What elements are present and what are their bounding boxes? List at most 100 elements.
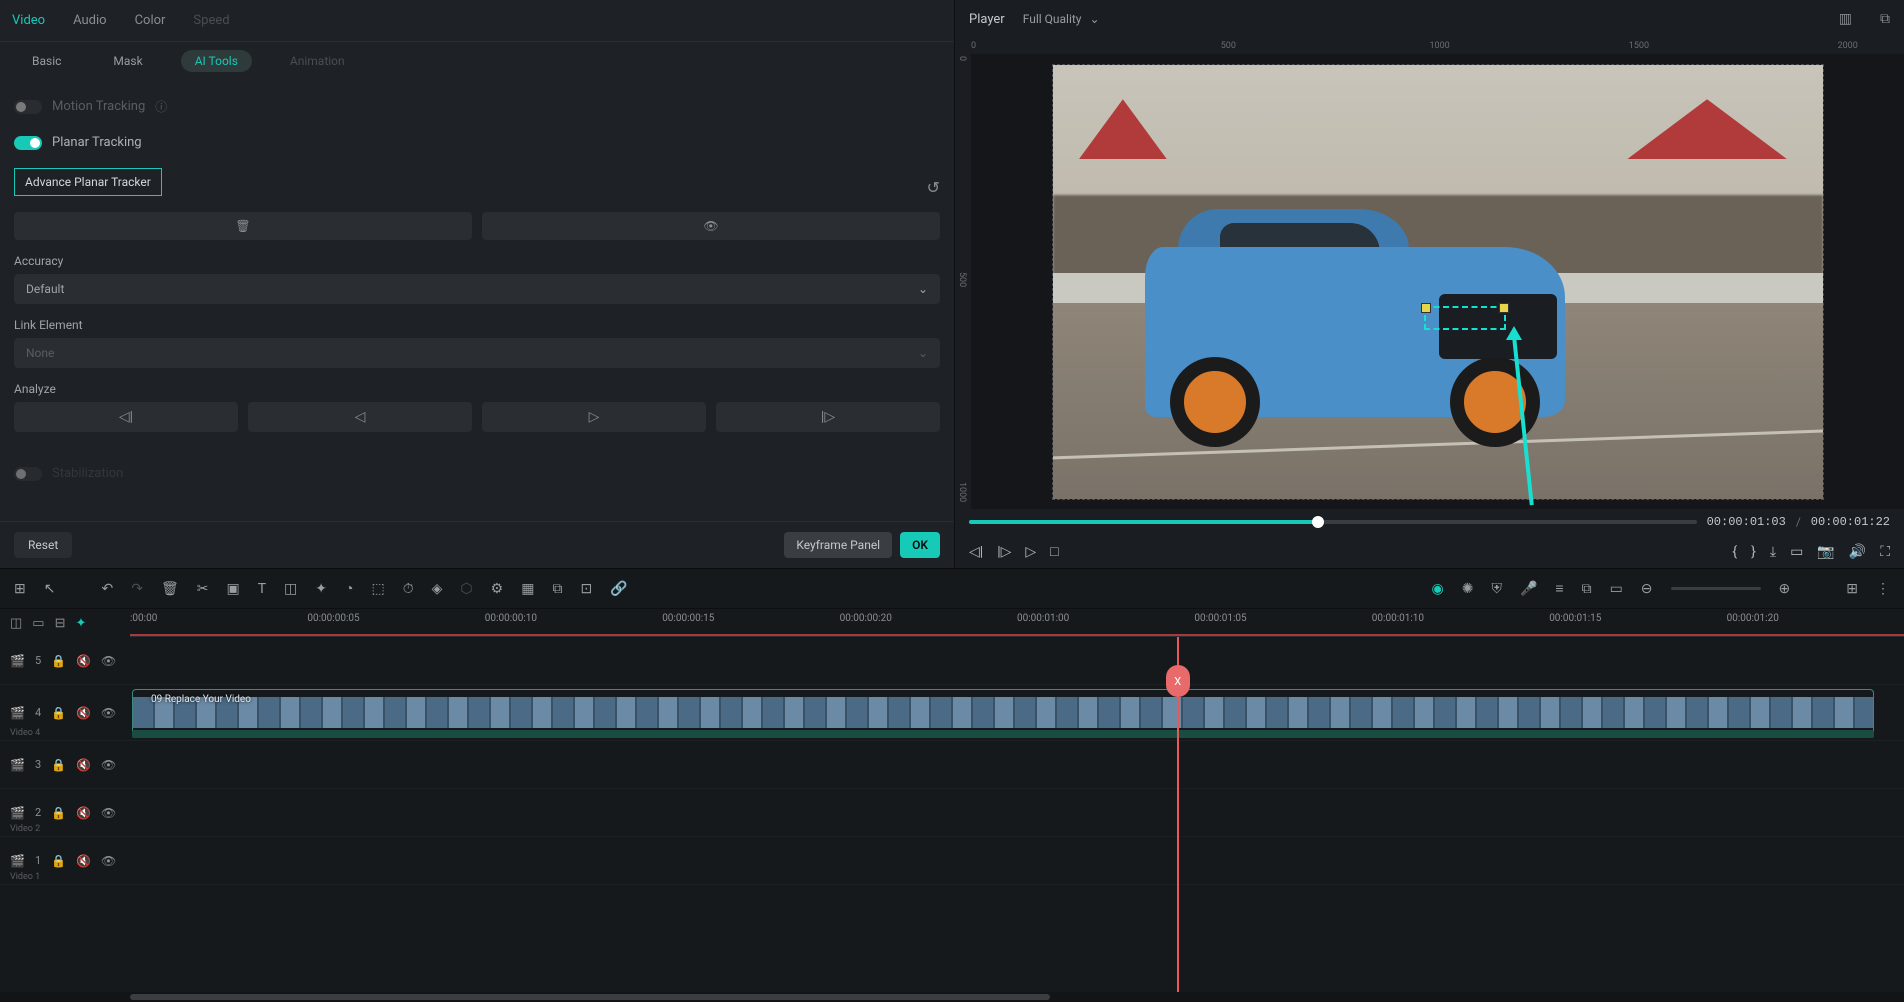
tl-marker-icon[interactable]: ▭ [1610,581,1623,597]
video-clip[interactable]: 09 Replace Your Video [132,689,1874,736]
zoom-in-icon[interactable]: ⊕ [1779,581,1791,597]
mark-in-button[interactable]: { [1732,544,1737,560]
accuracy-select[interactable]: Default ⌄ [14,274,940,304]
player-canvas[interactable] [971,54,1904,509]
tl-delete-icon[interactable]: 🗑 [161,581,179,597]
tab-color[interactable]: Color [135,13,166,28]
subtab-aitools[interactable]: AI Tools [181,50,252,72]
timeline-playhead[interactable]: X [1177,637,1179,992]
tl-mask-icon[interactable]: ◫ [284,581,297,597]
fullscreen-icon[interactable]: ⛶ [1880,544,1890,560]
tl-layout-icon[interactable]: ⊞ [1846,581,1858,597]
track-mute-icon[interactable]: 🔇 [76,758,91,772]
tl-select-icon[interactable]: ↖ [44,581,56,597]
volume-icon[interactable]: 🔊 [1849,544,1866,560]
ok-button[interactable]: OK [900,532,940,558]
analyze-reverse-to-start-button[interactable]: ◁| [14,402,238,432]
subtab-mask[interactable]: Mask [99,50,156,72]
zoom-slider[interactable] [1671,587,1761,590]
tl-mic-icon[interactable]: 🎤 [1520,581,1537,597]
tl-nest-icon[interactable]: ⧉ [552,581,562,597]
tl-crop-icon[interactable]: ▣ [226,581,239,597]
stop-button[interactable]: □ [1050,543,1058,560]
planar-tracking-toggle[interactable] [14,136,42,150]
display-icon[interactable]: ▭ [1790,544,1803,560]
zoom-out-icon[interactable]: ⊖ [1641,581,1653,597]
tl-group-icon[interactable]: ▦ [521,581,534,597]
track-lock-icon[interactable]: 🔒 [51,654,66,668]
motion-tracking-toggle[interactable] [14,100,42,114]
scope-icon[interactable]: ⧉ [1880,11,1890,27]
track-lane[interactable] [130,789,1904,837]
track-eye-icon[interactable]: 👁 [101,706,116,720]
track-mute-icon[interactable]: 🔇 [76,654,91,668]
analyze-reverse-button[interactable]: ◁ [248,402,472,432]
track-mute-icon[interactable]: 🔇 [76,706,91,720]
track-video-icon[interactable]: 🎬 [10,654,25,668]
timeline-horizontal-scrollbar[interactable] [0,992,1904,1002]
advance-planar-tracker-button[interactable]: Advance Planar Tracker [14,168,162,196]
track-video-icon[interactable]: 🎬 [10,706,25,720]
tl-shield-icon[interactable]: ⛨ [1491,581,1502,597]
tl-link-icon[interactable]: 🔗 [610,581,627,597]
track-mute-icon[interactable]: 🔇 [76,806,91,820]
tracks-area[interactable]: X 09 Replace Your Video [130,637,1904,992]
player-progress-bar[interactable] [969,520,1697,524]
toggle-visibility-button[interactable]: 👁 [482,212,940,240]
track-eye-icon[interactable]: 👁 [101,806,116,820]
tl-cut-icon[interactable]: ✂ [197,581,209,597]
tl-color-icon[interactable]: ◔ [345,580,353,597]
tab-video[interactable]: Video [12,13,45,28]
track-lock-icon[interactable]: 🔒 [51,758,66,772]
prev-frame-button[interactable]: ◁| [969,544,983,560]
tl-record-icon[interactable]: ⊡ [580,581,592,597]
tl-marker-bar-icon[interactable]: ◫ [10,616,22,631]
info-icon[interactable]: ⓘ [155,98,167,115]
track-video-icon[interactable]: 🎬 [10,854,25,868]
analyze-forward-button[interactable]: ▷ [482,402,706,432]
snapshot-icon[interactable]: 📷 [1817,544,1834,560]
playhead-marker[interactable]: X [1166,665,1190,697]
track-lock-icon[interactable]: 🔒 [51,806,66,820]
track-lane[interactable] [130,837,1904,885]
compare-view-icon[interactable]: ▥ [1839,11,1852,27]
h-scroll-thumb[interactable] [130,994,1050,1000]
play-button[interactable]: ▷ [1025,544,1036,560]
track-lane[interactable]: 09 Replace Your Video [130,685,1904,741]
tl-adjust-icon[interactable]: ⚙ [491,581,504,597]
tl-settings-icon[interactable]: ✺ [1462,581,1474,597]
track-video-icon[interactable]: 🎬 [10,758,25,772]
track-mute-icon[interactable]: 🔇 [76,854,91,868]
next-frame-button[interactable]: |▷ [997,544,1011,560]
tl-menu-icon[interactable]: ⋮ [1876,581,1890,597]
tl-dual-icon[interactable]: ⧉ [1582,581,1592,597]
track-lock-icon[interactable]: 🔒 [51,706,66,720]
tl-beetle-icon[interactable]: ✦ [76,616,87,631]
track-lock-icon[interactable]: 🔒 [51,854,66,868]
track-lane[interactable] [130,637,1904,685]
tl-magnet-icon[interactable]: ⊞ [14,581,26,597]
export-frame-icon[interactable]: ⤓ [1770,544,1776,560]
tl-label-bar-icon[interactable]: ▭ [32,616,44,631]
link-element-select[interactable]: None ⌄ [14,338,940,368]
keyframe-panel-button[interactable]: Keyframe Panel [784,532,892,558]
track-eye-icon[interactable]: 👁 [101,654,116,668]
tab-audio[interactable]: Audio [73,13,106,28]
tl-transform-icon[interactable]: ⬚ [371,581,384,597]
delete-tracker-button[interactable]: 🗑 [14,212,472,240]
tl-tool-a-icon[interactable]: ⬡ [460,581,472,597]
tl-collapse-icon[interactable]: ⊟ [55,616,66,631]
tl-redo-icon[interactable]: ↷ [131,581,143,597]
reset-tracker-icon[interactable]: ↺ [927,178,940,197]
track-video-icon[interactable]: 🎬 [10,806,25,820]
quality-dropdown[interactable]: Full Quality ⌄ [1023,12,1100,26]
tl-effect-icon[interactable]: ✦ [315,581,327,597]
tl-undo-icon[interactable]: ↶ [101,581,113,597]
subtab-basic[interactable]: Basic [18,50,75,72]
mark-out-button[interactable]: } [1751,544,1756,560]
tl-speed-icon[interactable]: ⏱ [403,581,414,597]
analyze-forward-to-end-button[interactable]: |▷ [716,402,940,432]
track-eye-icon[interactable]: 👁 [101,758,116,772]
tl-text-icon[interactable]: T [258,581,266,597]
tl-auto-icon[interactable]: ◉ [1432,581,1444,597]
